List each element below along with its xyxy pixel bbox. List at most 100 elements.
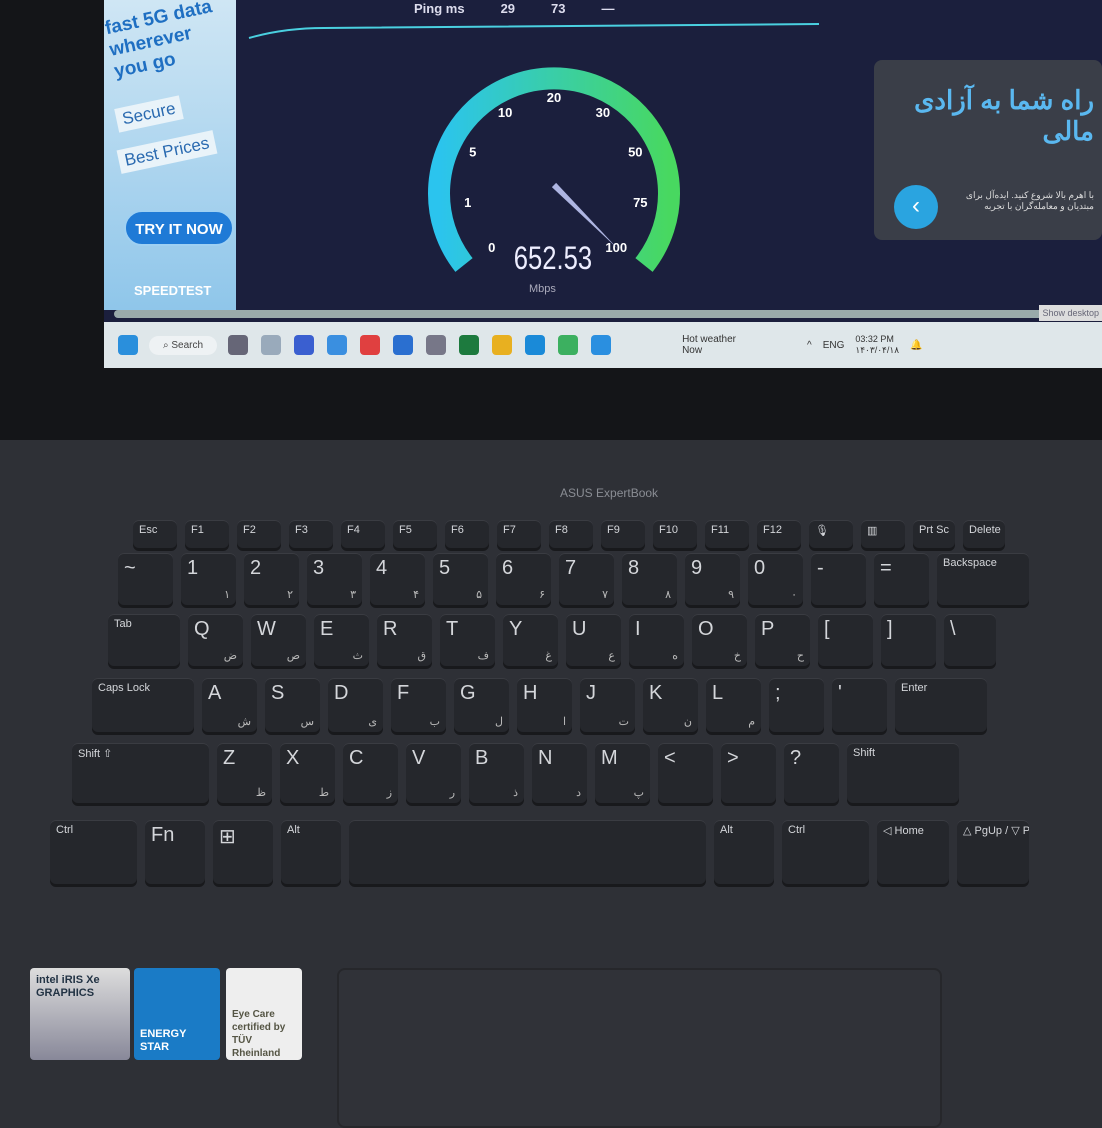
key-backspace[interactable]: Backspace: [937, 553, 1029, 605]
key-[interactable]: 🎙: [809, 520, 853, 548]
key-5[interactable]: 5۵: [433, 553, 488, 605]
edge-icon[interactable]: [525, 335, 546, 355]
key-[interactable]: -: [811, 553, 866, 605]
notification-bell-icon[interactable]: 🔔: [910, 340, 922, 351]
excel-icon[interactable]: [459, 335, 480, 355]
settings-icon[interactable]: [228, 335, 249, 355]
maps-icon[interactable]: [360, 335, 381, 355]
clock[interactable]: 03:32 PM ۱۴۰۳/۰۴/۱۸: [855, 334, 899, 356]
key-[interactable]: ?: [784, 743, 839, 803]
key-home[interactable]: ◁ Home: [877, 820, 949, 884]
key-k[interactable]: Kن: [643, 678, 698, 732]
key-[interactable]: <: [658, 743, 713, 803]
key-[interactable]: ⊞: [213, 820, 273, 884]
key-8[interactable]: 8۸: [622, 553, 677, 605]
key-f1[interactable]: F1: [185, 520, 229, 548]
key-caps-lock[interactable]: Caps Lock: [92, 678, 194, 732]
spacebar-key[interactable]: [349, 820, 706, 884]
key-e[interactable]: Eث: [314, 614, 369, 666]
key-n[interactable]: Nد: [532, 743, 587, 803]
key-j[interactable]: Jت: [580, 678, 635, 732]
key-l[interactable]: Lم: [706, 678, 761, 732]
key-alt[interactable]: Alt: [281, 820, 341, 884]
taskbar-search[interactable]: ⌕ Search: [149, 335, 218, 355]
key-[interactable]: ': [832, 678, 887, 732]
key-i[interactable]: Iه: [629, 614, 684, 666]
key-esc[interactable]: Esc: [133, 520, 177, 548]
bluetooth-icon[interactable]: [591, 335, 612, 355]
key-f10[interactable]: F10: [653, 520, 697, 548]
horizontal-scrollbar[interactable]: [114, 310, 1064, 318]
side-ad[interactable]: راه شما به آزادی مالی با اهرم بالا شروع …: [874, 60, 1102, 240]
ad-banner[interactable]: fast 5G data wherever you go Secure Best…: [104, 0, 236, 310]
key-pgup-pgdn[interactable]: △ PgUp / ▽ PgDn: [957, 820, 1029, 884]
key-b[interactable]: Bذ: [469, 743, 524, 803]
key-r[interactable]: Rق: [377, 614, 432, 666]
clock-icon[interactable]: [558, 335, 579, 355]
prev-arrow-button[interactable]: ‹: [894, 185, 938, 229]
key-1[interactable]: 1۱: [181, 553, 236, 605]
key-m[interactable]: Mپ: [595, 743, 650, 803]
tray-chevron-icon[interactable]: ^: [807, 340, 812, 351]
key-y[interactable]: Yغ: [503, 614, 558, 666]
key-shift[interactable]: Shift ⇧: [72, 743, 209, 803]
touchpad[interactable]: [337, 968, 942, 1128]
key-f5[interactable]: F5: [393, 520, 437, 548]
key-z[interactable]: Zظ: [217, 743, 272, 803]
key-f2[interactable]: F2: [237, 520, 281, 548]
key-f12[interactable]: F12: [757, 520, 801, 548]
key-[interactable]: =: [874, 553, 929, 605]
try-it-now-button[interactable]: TRY IT NOW: [124, 210, 234, 246]
key-u[interactable]: Uع: [566, 614, 621, 666]
key-ctrl[interactable]: Ctrl: [50, 820, 137, 884]
key-s[interactable]: Sس: [265, 678, 320, 732]
key-[interactable]: ;: [769, 678, 824, 732]
chrome-icon[interactable]: [492, 335, 513, 355]
key-p[interactable]: Pح: [755, 614, 810, 666]
key-v[interactable]: Vر: [406, 743, 461, 803]
key-7[interactable]: 7۷: [559, 553, 614, 605]
key-o[interactable]: Oخ: [692, 614, 747, 666]
key-[interactable]: ]: [881, 614, 936, 666]
key-f6[interactable]: F6: [445, 520, 489, 548]
weather-widget[interactable]: Hot weather Now: [682, 334, 736, 356]
photos-icon[interactable]: [261, 335, 282, 355]
camera-icon[interactable]: [426, 335, 447, 355]
key-t[interactable]: Tف: [440, 614, 495, 666]
feedback-icon[interactable]: [327, 335, 348, 355]
store-icon[interactable]: [393, 335, 414, 355]
key-delete[interactable]: Delete: [963, 520, 1005, 548]
key-f4[interactable]: F4: [341, 520, 385, 548]
key-fn[interactable]: Fn: [145, 820, 205, 884]
key-f11[interactable]: F11: [705, 520, 749, 548]
key-[interactable]: ~: [118, 553, 173, 605]
key-a[interactable]: Aش: [202, 678, 257, 732]
key-x[interactable]: Xط: [280, 743, 335, 803]
key-w[interactable]: Wص: [251, 614, 306, 666]
key-f7[interactable]: F7: [497, 520, 541, 548]
key-f[interactable]: Fب: [391, 678, 446, 732]
key-enter[interactable]: Enter: [895, 678, 987, 732]
key-shift[interactable]: Shift: [847, 743, 959, 803]
key-q[interactable]: Qض: [188, 614, 243, 666]
key-9[interactable]: 9۹: [685, 553, 740, 605]
key-prt-sc[interactable]: Prt Sc: [913, 520, 955, 548]
key-2[interactable]: 2۲: [244, 553, 299, 605]
key-3[interactable]: 3۳: [307, 553, 362, 605]
key-f3[interactable]: F3: [289, 520, 333, 548]
key-[interactable]: ▥: [861, 520, 905, 548]
windows-start-icon[interactable]: [118, 335, 138, 355]
key-tab[interactable]: Tab: [108, 614, 180, 666]
key-f8[interactable]: F8: [549, 520, 593, 548]
key-alt[interactable]: Alt: [714, 820, 774, 884]
app-icon[interactable]: [294, 335, 315, 355]
key-c[interactable]: Cز: [343, 743, 398, 803]
key-h[interactable]: Hا: [517, 678, 572, 732]
key-[interactable]: [: [818, 614, 873, 666]
key-[interactable]: \: [944, 614, 996, 666]
language-indicator[interactable]: ENG: [823, 340, 845, 351]
key-d[interactable]: Dی: [328, 678, 383, 732]
key-g[interactable]: Gل: [454, 678, 509, 732]
key-4[interactable]: 4۴: [370, 553, 425, 605]
key-0[interactable]: 0۰: [748, 553, 803, 605]
